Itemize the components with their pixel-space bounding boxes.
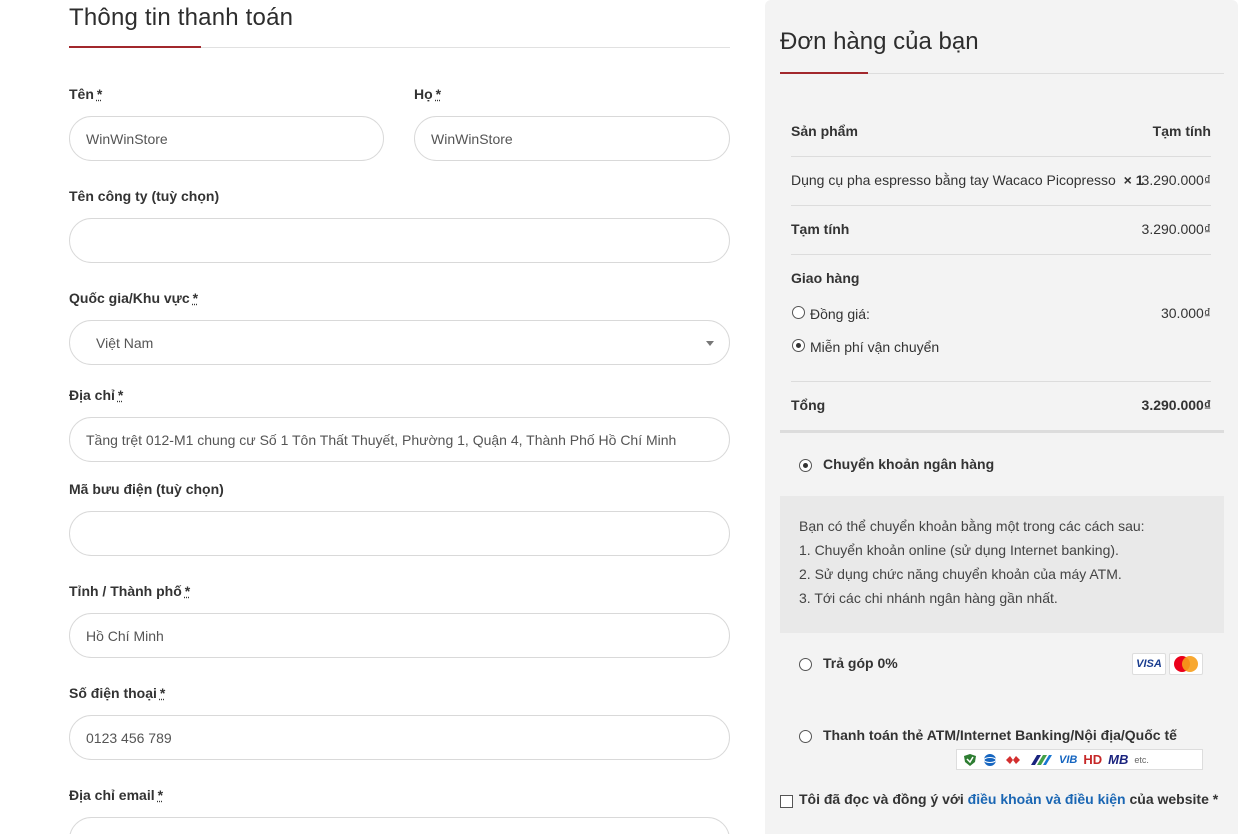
phone-input[interactable]: 0123 456 789	[69, 715, 730, 760]
hd-logo: HD	[1083, 752, 1103, 767]
city-label: Tỉnh / Thành phố *	[69, 583, 191, 599]
billing-title: Thông tin thanh toán	[69, 4, 294, 31]
atm-label[interactable]: Thanh toán thẻ ATM/Internet Banking/Nội …	[823, 727, 1177, 743]
country-select[interactable]: Việt Nam	[69, 320, 730, 365]
shipping-free-radio[interactable]	[792, 339, 805, 352]
bank-transfer-line: 2. Sử dụng chức năng chuyển khoản của má…	[799, 566, 1122, 582]
company-label: Tên công ty (tuỳ chọn)	[69, 188, 220, 204]
subtotal-label: Tạm tính	[791, 221, 850, 237]
bank-transfer-description: Bạn có thể chuyển khoản bằng một trong c…	[780, 496, 1224, 633]
phone-label: Số điện thoại *	[69, 685, 166, 701]
table-divider	[791, 254, 1211, 255]
bank-transfer-line: 1. Chuyển khoản online (sử dụng Internet…	[799, 542, 1119, 558]
email-label: Địa chỉ email *	[69, 787, 164, 803]
order-title-accent	[780, 72, 868, 74]
etc-label: etc.	[1134, 754, 1149, 765]
last-name-input[interactable]: WinWinStore	[414, 116, 730, 161]
terms-text: Tôi đã đọc và đồng ý với điều khoản và đ…	[799, 791, 1219, 807]
first-name-label: Tên *	[69, 86, 103, 102]
shield-bank-icon	[964, 753, 976, 766]
city-input[interactable]: Hồ Chí Minh	[69, 613, 730, 658]
email-input[interactable]: WinWinStore@WinWinStore.com	[69, 817, 730, 834]
diamond-bank-icon	[1006, 755, 1020, 764]
terms-checkbox[interactable]	[780, 795, 793, 808]
bank-transfer-line: 3. Tới các chi nhánh ngân hàng gần nhất.	[799, 590, 1058, 606]
address-input[interactable]: Tầng trệt 012-M1 chung cư Số 1 Tôn Thất …	[69, 417, 730, 462]
country-label: Quốc gia/Khu vực *	[69, 290, 199, 306]
total-label: Tổng	[791, 397, 826, 413]
cart-item-price: 3.290.000₫	[1141, 172, 1211, 188]
order-summary: Đơn hàng của bạn Sản phẩm Tạm tính Dụng …	[765, 0, 1238, 834]
last-name-label: Họ *	[414, 86, 442, 102]
postcode-input[interactable]	[69, 511, 730, 556]
shipping-free-label[interactable]: Miễn phí vận chuyển	[810, 339, 939, 355]
company-input[interactable]	[69, 218, 730, 263]
stripes-bank-icon	[1031, 754, 1052, 765]
postcode-label: Mã bưu điện (tuỳ chọn)	[69, 481, 224, 497]
mastercard-icon	[1169, 653, 1203, 675]
table-divider	[791, 381, 1211, 382]
order-title: Đơn hàng của bạn	[780, 28, 979, 55]
bank-transfer-line: Bạn có thể chuyển khoản bằng một trong c…	[799, 518, 1145, 534]
first-name-input[interactable]: WinWinStore	[69, 116, 384, 161]
cart-item-name: Dụng cụ pha espresso bằng tay Wacaco Pic…	[791, 172, 1144, 188]
billing-title-accent	[69, 46, 201, 48]
bank-transfer-label[interactable]: Chuyển khoản ngân hàng	[823, 456, 994, 472]
globe-bank-icon	[983, 753, 997, 766]
atm-radio[interactable]	[799, 730, 812, 743]
col-header-product: Sản phẩm	[791, 123, 858, 139]
installment-radio[interactable]	[799, 658, 812, 671]
table-divider	[791, 156, 1211, 157]
address-label: Địa chỉ *	[69, 387, 124, 403]
table-bottom-border	[780, 430, 1224, 433]
bank-transfer-radio[interactable]	[799, 459, 812, 472]
shipping-flat-radio[interactable]	[792, 306, 805, 319]
country-select-value: Việt Nam	[96, 334, 154, 351]
chevron-down-icon	[706, 341, 714, 346]
shipping-label: Giao hàng	[791, 270, 860, 286]
vib-logo: VIB	[1059, 753, 1078, 766]
table-divider	[791, 205, 1211, 206]
subtotal-value: 3.290.000₫	[1141, 221, 1211, 237]
terms-link[interactable]: điều khoản và điều kiện	[968, 791, 1126, 807]
installment-label[interactable]: Trả góp 0%	[823, 655, 898, 671]
bank-logos: VIB HD MB etc.	[956, 749, 1203, 770]
shipping-flat-price: 30.000₫	[1160, 305, 1211, 321]
mb-logo: MB	[1108, 752, 1129, 767]
visa-icon: VISA	[1132, 653, 1166, 675]
shipping-flat-label[interactable]: Đồng giá:	[810, 306, 870, 322]
total-value: 3.290.000₫	[1141, 397, 1211, 413]
col-header-subtotal: Tạm tính	[1152, 123, 1211, 139]
